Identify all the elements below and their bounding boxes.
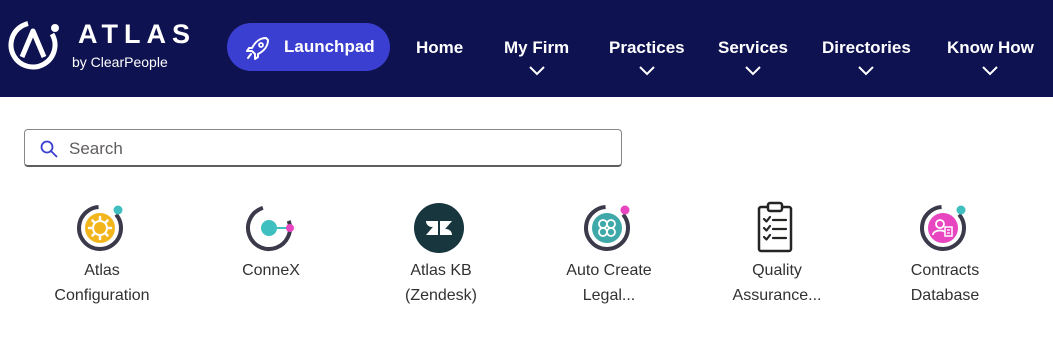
chevron-down-icon <box>858 66 875 76</box>
nav-home[interactable]: Home <box>416 38 463 58</box>
launchpad-button[interactable]: Launchpad <box>227 23 390 71</box>
nav-services[interactable]: Services <box>718 38 788 76</box>
nav-practices[interactable]: Practices <box>609 38 685 76</box>
atlas-logo[interactable]: ATLAS by ClearPeople <box>8 17 190 77</box>
nav-directories-label: Directories <box>822 38 911 57</box>
nav-directories[interactable]: Directories <box>822 38 911 76</box>
launchpad-label: Launchpad <box>284 37 375 56</box>
nav-my-firm-label: My Firm <box>504 38 570 57</box>
brand-byline: by ClearPeople <box>72 54 168 70</box>
chevron-down-icon <box>639 66 655 76</box>
app-label-line1: Quality <box>752 262 802 279</box>
chevron-down-icon <box>982 66 999 76</box>
nav-practices-label: Practices <box>609 38 685 57</box>
search-input[interactable] <box>67 134 611 164</box>
connex-app-icon <box>243 200 299 256</box>
auto-create-app-icon <box>581 200 637 256</box>
app-label-line1: Atlas <box>84 262 120 279</box>
app-atlas-configuration[interactable]: Atlas Configuration <box>27 200 177 308</box>
app-label: Contracts Database <box>870 258 1020 308</box>
checklist-app-icon <box>749 200 805 256</box>
nav-home-label: Home <box>416 38 464 57</box>
app-label-line2: Assurance... <box>732 287 822 304</box>
search-icon <box>40 140 58 158</box>
app-label-line2: Legal... <box>582 287 636 304</box>
app-label: ConneX <box>196 258 346 283</box>
nav-services-label: Services <box>718 38 788 57</box>
gear-app-icon <box>74 200 130 256</box>
app-contracts-database[interactable]: Contracts Database <box>870 200 1020 308</box>
app-label: Quality Assurance... <box>702 258 852 308</box>
app-label-line1: Atlas KB <box>410 262 472 279</box>
app-label-line2: (Zendesk) <box>404 287 478 304</box>
app-label: Auto Create Legal... <box>534 258 684 308</box>
top-navigation-bar: ATLAS by ClearPeople Launchpad Home My F… <box>0 0 1053 97</box>
nav-know-how[interactable]: Know How <box>947 38 1034 76</box>
app-label: Atlas KB (Zendesk) <box>366 258 516 308</box>
chevron-down-icon <box>745 66 761 76</box>
contracts-app-icon <box>917 200 973 256</box>
search-box[interactable] <box>24 129 622 167</box>
app-label-line2: Database <box>910 287 980 304</box>
app-label-line2: Configuration <box>54 287 150 304</box>
app-label-line1: Auto Create <box>566 262 652 279</box>
app-auto-create-legal[interactable]: Auto Create Legal... <box>534 200 684 308</box>
app-connex[interactable]: ConneX <box>196 200 346 283</box>
brand-name: ATLAS <box>78 19 196 49</box>
app-label-line1: ConneX <box>242 262 300 279</box>
nav-know-how-label: Know How <box>947 38 1034 57</box>
app-label: Atlas Configuration <box>27 258 177 308</box>
atlas-logo-icon <box>8 20 59 70</box>
app-label-line1: Contracts <box>910 262 980 279</box>
chevron-down-icon <box>528 66 545 76</box>
nav-my-firm[interactable]: My Firm <box>504 38 570 76</box>
app-atlas-kb-zendesk[interactable]: Atlas KB (Zendesk) <box>366 200 516 308</box>
app-quality-assurance[interactable]: Quality Assurance... <box>702 200 852 308</box>
rocket-icon <box>246 37 269 60</box>
zendesk-app-icon <box>413 200 469 256</box>
